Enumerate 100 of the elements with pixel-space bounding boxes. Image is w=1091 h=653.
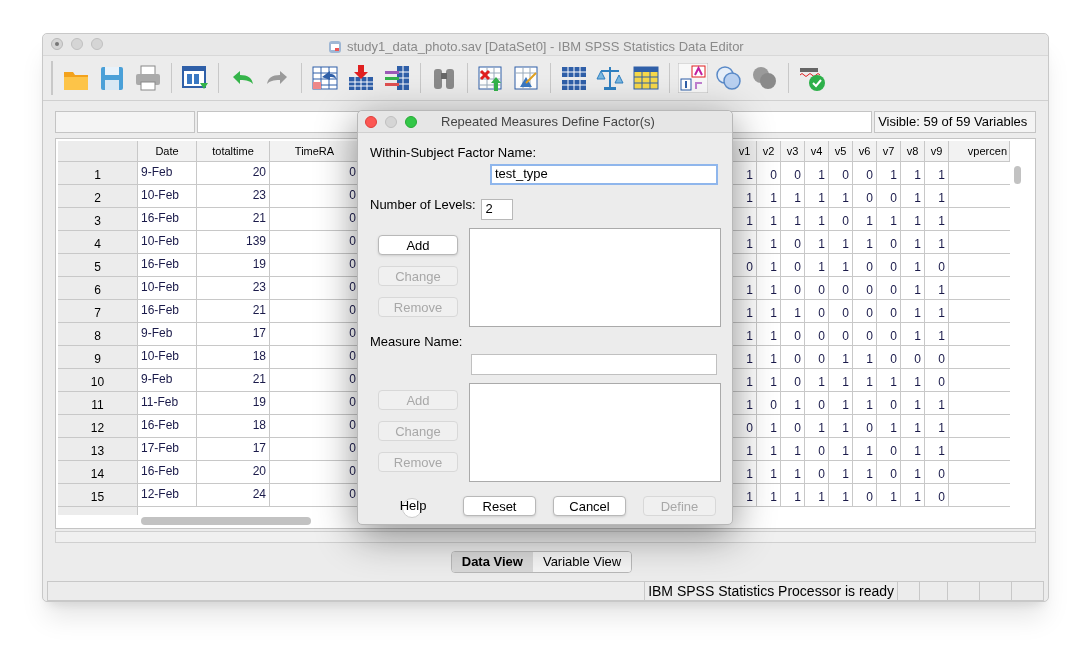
table-cell-text: 0 [842, 282, 849, 300]
table-cell-text: 0 [890, 397, 897, 415]
table-cell-text: 1 [770, 305, 777, 323]
table-cell-text: 1 [866, 397, 873, 415]
row-header[interactable]: 15 [58, 484, 138, 507]
table-cell-text: 0 [938, 489, 945, 507]
column-header[interactable]: v6 [853, 141, 877, 162]
dialog-button[interactable]: Reset [463, 496, 536, 516]
row-header[interactable]: 1 [58, 162, 138, 185]
print-icon[interactable] [133, 63, 163, 94]
table-cell-text: 1 [914, 259, 921, 277]
table-cell-text: 1 [770, 190, 777, 208]
row-header[interactable]: 6 [58, 277, 138, 300]
table-cell-text: 1 [938, 213, 945, 231]
table-cell-text: 1 [866, 351, 873, 369]
column-header[interactable]: v7 [877, 141, 901, 162]
table-cell-text: 1 [818, 167, 825, 185]
table-cell-text: 1 [866, 236, 873, 254]
value-labels-icon[interactable] [678, 63, 708, 94]
table-cell-text: 0 [349, 463, 356, 481]
dialog-zoom-button[interactable] [405, 115, 417, 128]
table-cell-text: 1 [794, 466, 801, 484]
vertical-scrollbar-thumb[interactable] [1014, 166, 1021, 185]
table-cell-text: 1 [770, 466, 777, 484]
table-cell-text: 1 [866, 374, 873, 392]
column-header[interactable]: v5 [829, 141, 853, 162]
column-header[interactable]: totaltime [197, 141, 270, 162]
row-header[interactable]: 7 [58, 300, 138, 323]
factor-name-field[interactable]: test_type [490, 163, 718, 185]
table-cell-text: 0 [794, 328, 801, 346]
table-cell-text: 1 [890, 167, 897, 185]
window-title: study1_data_photo.sav [DataSet0] - IBM SPSS Statistics Data Editor [347, 38, 744, 56]
table-cell-text: 19 [252, 256, 266, 274]
table-cell-text: 0 [866, 328, 873, 346]
view-tab[interactable]: Data View [451, 552, 533, 572]
table-cell-text: 21 [252, 210, 266, 228]
table-cell-text: 1 [938, 282, 945, 300]
column-header[interactable]: v4 [805, 141, 829, 162]
window-close-button[interactable] [51, 38, 63, 51]
table-cell-text: 0 [890, 466, 897, 484]
table-cell-text: 1 [794, 397, 801, 415]
row-header[interactable]: 12 [58, 415, 138, 438]
column-header[interactable]: v2 [757, 141, 781, 162]
cell-name-field[interactable] [55, 111, 195, 134]
table-cell-text: 0 [866, 489, 873, 507]
table-cell-text: 24 [252, 486, 266, 504]
side-button[interactable]: Add [378, 234, 458, 255]
table-cell-text: 0 [818, 328, 825, 346]
table-cell-text: 1 [938, 236, 945, 254]
table-cell-text: 17-Feb [141, 440, 180, 458]
table-cell-text: 1 [842, 259, 849, 277]
horizontal-scrollbar-thumb[interactable] [141, 517, 311, 526]
table-cell-text: 0 [746, 420, 753, 438]
table-cell-text: 1 [770, 443, 777, 461]
table-cell-text: 1 [746, 374, 753, 392]
column-header[interactable]: v1 [733, 141, 757, 162]
table-cell-text: 1 [890, 420, 897, 438]
table-cell-text: 23 [252, 279, 266, 297]
table-cell-text: 1 [938, 420, 945, 438]
table-cell-text: 10-Feb [141, 348, 180, 366]
row-header[interactable]: 3 [58, 208, 138, 231]
column-header[interactable]: v3 [781, 141, 805, 162]
table-cell-text: 1 [914, 466, 921, 484]
factor-list[interactable] [469, 227, 721, 327]
column-header[interactable]: v9 [925, 141, 949, 162]
row-header[interactable]: 4 [58, 231, 138, 254]
table-cell-text: 1 [914, 236, 921, 254]
levels-field[interactable]: 2 [480, 198, 513, 220]
dialog-button[interactable]: Cancel [553, 496, 626, 516]
column-header[interactable]: vpercen [949, 141, 1010, 162]
table-cell-text: 0 [794, 259, 801, 277]
table-cell-text: 0 [794, 351, 801, 369]
table-cell-text: 1 [746, 282, 753, 300]
row-header[interactable]: 8 [58, 323, 138, 346]
row-header[interactable]: 13 [58, 438, 138, 461]
column-header[interactable]: v8 [901, 141, 925, 162]
table-cell-text: 0 [770, 167, 777, 185]
row-header[interactable]: 9 [58, 346, 138, 369]
table-cell-text: 0 [349, 486, 356, 504]
table-cell-text: 1 [746, 351, 753, 369]
column-header[interactable]: TimeRA [270, 141, 360, 162]
table-cell-text: 0 [349, 348, 356, 366]
column-header[interactable]: Date [138, 141, 197, 162]
dialog-close-button[interactable] [365, 115, 377, 128]
table-cell-text: 0 [866, 282, 873, 300]
table-cell-text: 1 [746, 213, 753, 231]
table-cell-text: 1 [818, 190, 825, 208]
measure-list[interactable] [469, 383, 721, 482]
table-cell-text: 1 [818, 213, 825, 231]
table-cell-text: 0 [349, 325, 356, 343]
row-header[interactable]: 14 [58, 461, 138, 484]
splitter-bar[interactable] [55, 531, 1036, 543]
row-header[interactable]: 2 [58, 185, 138, 208]
row-header[interactable]: 10 [58, 369, 138, 392]
row-header[interactable]: 11 [58, 392, 138, 415]
measure-name-field[interactable] [471, 354, 717, 375]
table-cell-text: 0 [349, 417, 356, 435]
table-cell-text: 0 [349, 302, 356, 320]
row-header[interactable]: 5 [58, 254, 138, 277]
table-cell-text: 21 [252, 371, 266, 389]
